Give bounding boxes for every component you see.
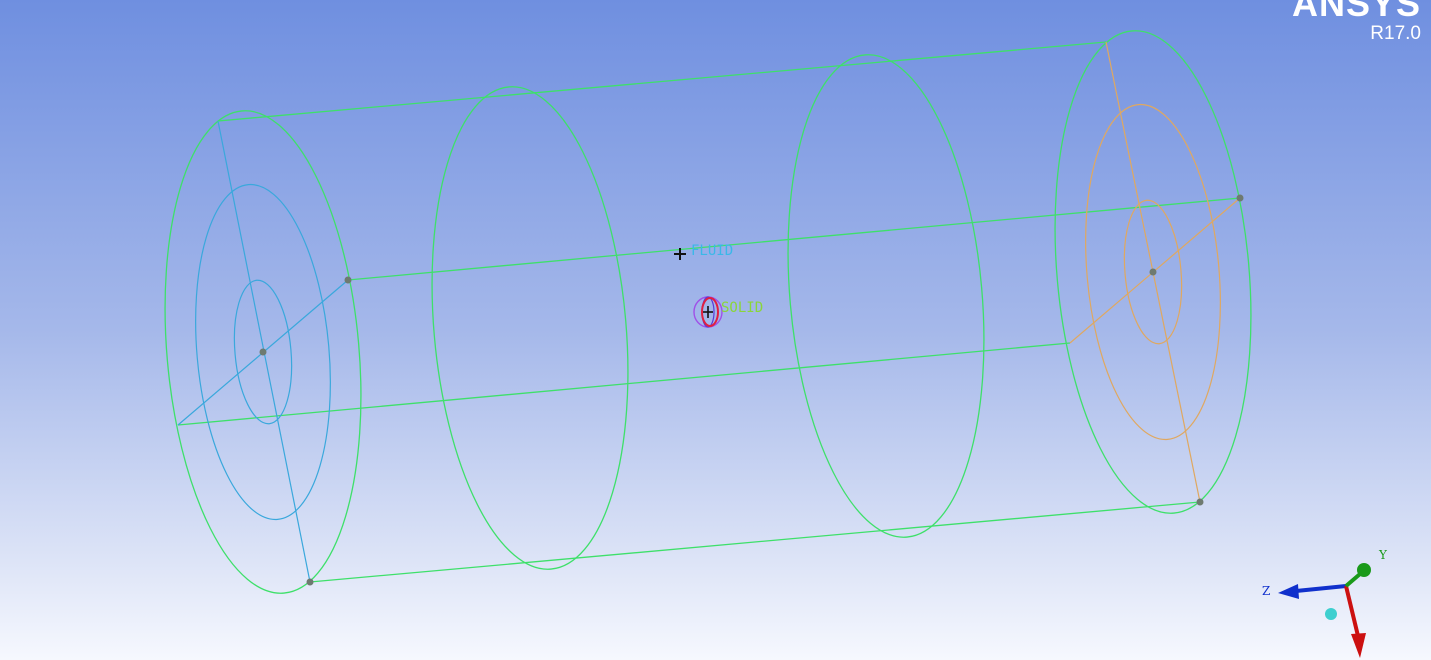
triad-x-axis [1344,585,1360,637]
vertex[interactable] [1236,194,1244,202]
brand-version: R17.0 [1370,23,1421,44]
fluid-body-marker[interactable]: FLUID [674,243,733,260]
vertex[interactable] [1149,268,1157,276]
cylinder-edge-top[interactable] [217,41,1107,122]
vertex[interactable] [344,276,352,284]
triad-y-axis [1344,572,1362,588]
coordinate-triad[interactable]: Y Z [1262,548,1388,658]
geometry-scene[interactable]: FLUID SOLID Y Z [0,0,1431,660]
vertices[interactable] [259,194,1244,586]
cylinder-edge-bottom[interactable] [309,501,1201,583]
triad-x-arrowhead [1351,633,1366,658]
cylinder-edge-lower[interactable] [177,342,1071,426]
triad-z-label: Z [1262,584,1270,598]
triad-y-label: Y [1378,548,1388,562]
section-circle-1[interactable] [413,79,646,578]
brand-logo: ANSYS R17.0 [1292,0,1421,43]
triad-z-axis [1295,584,1347,593]
vertex[interactable] [259,348,267,356]
solid-label[interactable]: SOLID [721,300,763,316]
vertex[interactable] [1196,498,1204,506]
triad-z-arrowhead [1278,584,1299,599]
solid-body-marker[interactable]: SOLID [693,296,763,328]
triad-origin-ball [1325,608,1337,620]
brand-name: ANSYS [1291,0,1421,24]
cylinder-edge-middle[interactable] [347,197,1241,281]
triad-y-ball [1357,563,1371,577]
graphics-viewport[interactable]: FLUID SOLID Y Z ANSYS R17.0 [0,0,1431,660]
fluid-label[interactable]: FLUID [691,243,733,259]
section-circle-2[interactable] [769,47,1002,546]
vertex[interactable] [306,578,314,586]
